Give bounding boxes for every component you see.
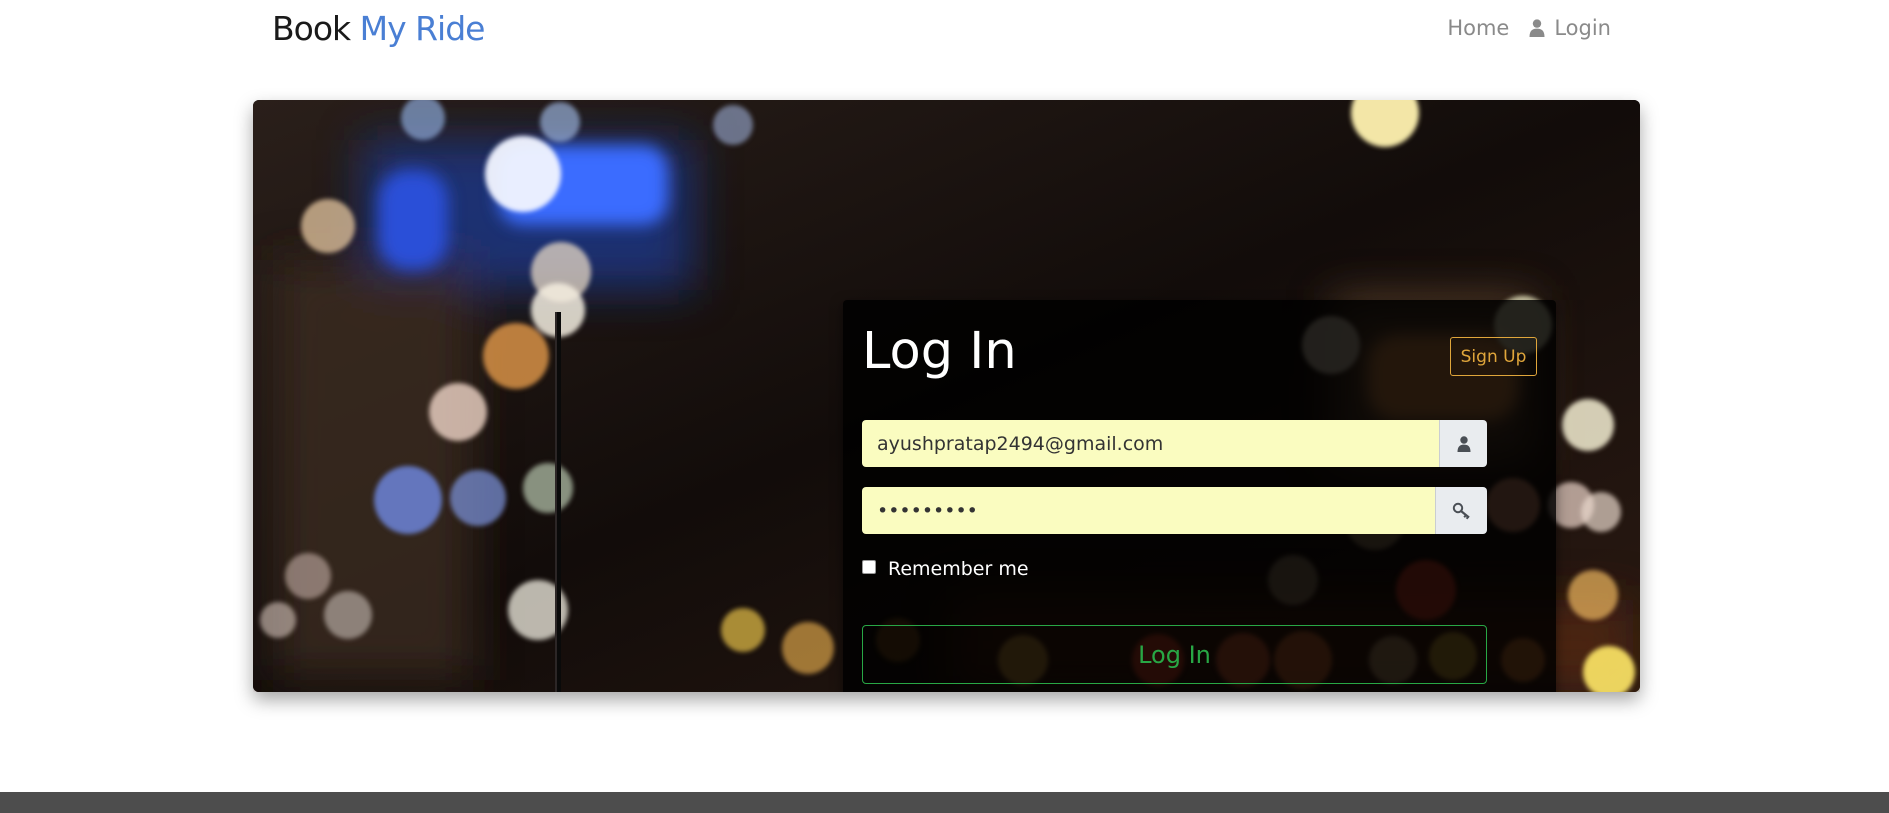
login-title: Log In [862, 322, 1017, 381]
password-field[interactable] [862, 487, 1435, 534]
remember-me-checkbox[interactable] [862, 560, 876, 574]
brand-name-part1: Book [272, 9, 351, 48]
brand-logo[interactable]: Book My Ride [272, 9, 486, 48]
footer-bar [0, 792, 1889, 813]
signup-button[interactable]: Sign Up [1450, 337, 1537, 376]
password-field-group [862, 487, 1487, 534]
remember-me: Remember me [862, 558, 1029, 580]
nav-login-link[interactable]: Login [1529, 16, 1611, 40]
remember-me-label: Remember me [888, 558, 1029, 580]
key-icon [1452, 502, 1470, 519]
login-card: Log In Sign Up ayushpratap2494@gmail.com… [843, 300, 1556, 692]
email-field-group [862, 420, 1487, 467]
email-field[interactable] [862, 420, 1439, 467]
nav-login-label: Login [1554, 16, 1611, 40]
nav-links: Home Login [1447, 16, 1611, 40]
hero-banner: Log In Sign Up ayushpratap2494@gmail.com… [253, 100, 1640, 692]
email-addon [1439, 420, 1487, 467]
navbar: Book My Ride Home Login [0, 0, 1889, 62]
brand-name-part2: My Ride [359, 9, 486, 48]
password-addon [1435, 487, 1487, 534]
user-icon [1457, 435, 1470, 452]
login-submit-button[interactable]: Log In [862, 625, 1487, 684]
user-icon [1529, 19, 1545, 37]
nav-home-link[interactable]: Home [1447, 16, 1509, 40]
